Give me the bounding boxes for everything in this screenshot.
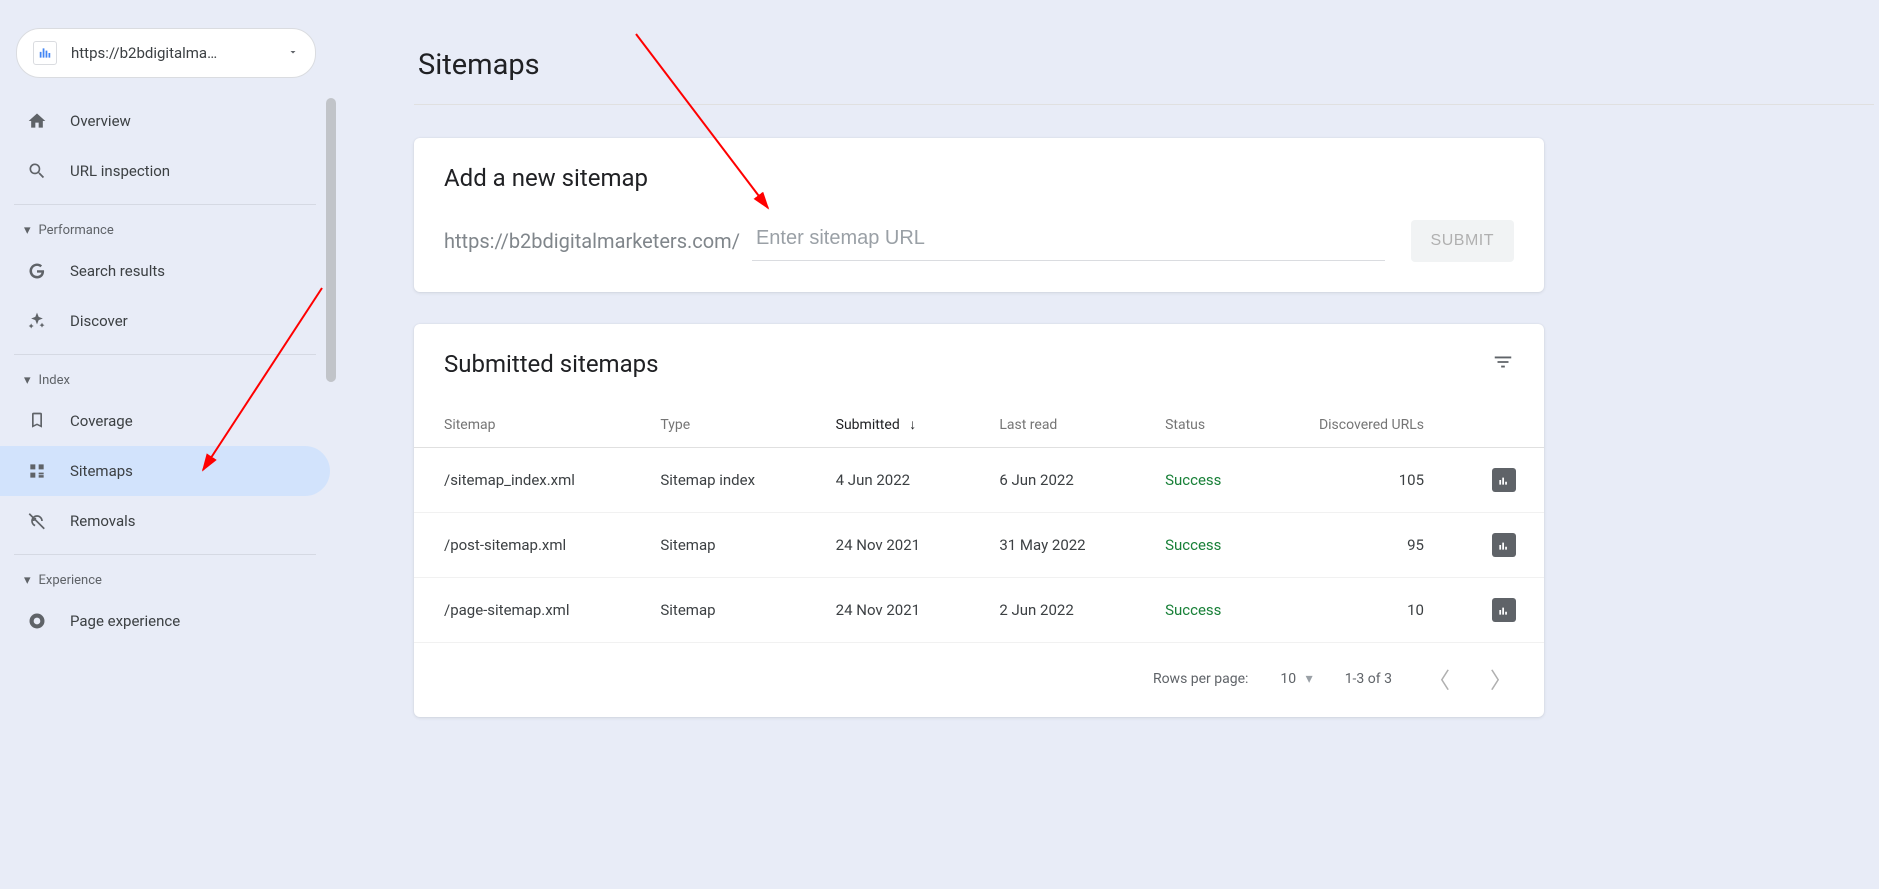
add-sitemap-title: Add a new sitemap: [444, 164, 1514, 192]
scrollbar-thumb[interactable]: [326, 98, 336, 382]
sitemap-icon: [24, 461, 50, 481]
cell-discovered: 95: [1267, 513, 1454, 578]
rows-per-page-select[interactable]: 10 ▾: [1280, 671, 1312, 687]
sidebar-item-page-experience[interactable]: Page experience: [0, 596, 330, 646]
sidebar-item-label: Page experience: [70, 612, 180, 630]
col-type[interactable]: Type: [630, 402, 805, 448]
cell-submitted: 4 Jun 2022: [806, 448, 970, 513]
sitemap-url-prefix: https://b2bdigitalmarketers.com/: [444, 229, 740, 253]
home-icon: [24, 111, 50, 131]
sidebar-item-search-results[interactable]: Search results: [0, 246, 330, 296]
cell-discovered: 10: [1267, 578, 1454, 643]
cell-status: Success: [1135, 578, 1267, 643]
col-action: [1454, 402, 1544, 448]
cell-action: [1454, 578, 1544, 643]
sidebar-item-discover[interactable]: Discover: [0, 296, 330, 346]
sidebar-section-index[interactable]: ▾ Index: [0, 355, 330, 396]
sidebar-item-removals[interactable]: Removals: [0, 496, 330, 546]
sidebar-item-label: Removals: [70, 512, 136, 530]
google-g-icon: [24, 261, 50, 281]
cell-lastread: 6 Jun 2022: [969, 448, 1135, 513]
cell-submitted: 24 Nov 2021: [806, 513, 970, 578]
divider: [414, 104, 1874, 105]
cell-sitemap: /sitemap_index.xml: [414, 448, 630, 513]
table-footer: Rows per page: 10 ▾ 1-3 of 3 〈 〉: [414, 642, 1544, 717]
section-title: Index: [39, 373, 70, 388]
cell-type: Sitemap: [630, 578, 805, 643]
search-icon: [24, 161, 50, 181]
cell-action: [1454, 448, 1544, 513]
cell-status: Success: [1135, 448, 1267, 513]
cell-sitemap: /post-sitemap.xml: [414, 513, 630, 578]
cell-status: Success: [1135, 513, 1267, 578]
table-row[interactable]: /page-sitemap.xmlSitemap24 Nov 20212 Jun…: [414, 578, 1544, 643]
chart-icon[interactable]: [1492, 468, 1516, 492]
filter-icon[interactable]: [1492, 351, 1514, 377]
rows-per-page-label: Rows per page:: [1153, 671, 1248, 687]
chart-icon[interactable]: [1492, 533, 1516, 557]
sidebar-item-label: Coverage: [70, 412, 133, 430]
section-title: Experience: [39, 573, 102, 588]
sidebar-item-label: Search results: [70, 262, 165, 280]
sidebar-item-label: Discover: [70, 312, 128, 330]
main-content: Sitemaps Add a new sitemap https://b2bdi…: [414, 0, 1879, 861]
sidebar: https://b2bdigitalma… Overview URL inspe…: [0, 0, 330, 889]
submitted-sitemaps-title: Submitted sitemaps: [444, 350, 659, 378]
sidebar-section-performance[interactable]: ▾ Performance: [0, 205, 330, 246]
site-picker[interactable]: https://b2bdigitalma…: [16, 28, 316, 78]
section-title: Performance: [39, 223, 114, 238]
submitted-sitemaps-card: Submitted sitemaps Sitemap Type Submitte…: [414, 324, 1544, 717]
col-sitemap[interactable]: Sitemap: [414, 402, 630, 448]
sidebar-item-coverage[interactable]: Coverage: [0, 396, 330, 446]
cell-submitted: 24 Nov 2021: [806, 578, 970, 643]
prev-page-button[interactable]: 〈: [1424, 661, 1454, 697]
cell-sitemap: /page-sitemap.xml: [414, 578, 630, 643]
chevron-down-icon: ▾: [24, 373, 31, 388]
cell-lastread: 31 May 2022: [969, 513, 1135, 578]
col-lastread[interactable]: Last read: [969, 402, 1135, 448]
cell-type: Sitemap: [630, 513, 805, 578]
table-row[interactable]: /post-sitemap.xmlSitemap24 Nov 202131 Ma…: [414, 513, 1544, 578]
submit-sitemap-button[interactable]: SUBMIT: [1411, 220, 1514, 262]
rows-per-page-value: 10: [1280, 671, 1296, 687]
page-title: Sitemaps: [414, 0, 1879, 104]
col-submitted-label: Submitted: [836, 417, 900, 433]
col-submitted[interactable]: Submitted ↓: [806, 402, 970, 448]
sidebar-item-sitemaps[interactable]: Sitemaps: [0, 446, 330, 496]
sidebar-item-label: URL inspection: [70, 162, 170, 180]
chevron-down-icon: ▾: [24, 573, 31, 588]
table-range: 1-3 of 3: [1345, 671, 1392, 687]
discover-icon: [24, 311, 50, 331]
cell-discovered: 105: [1267, 448, 1454, 513]
sidebar-section-experience[interactable]: ▾ Experience: [0, 555, 330, 596]
chart-icon[interactable]: [1492, 598, 1516, 622]
table-header-row: Sitemap Type Submitted ↓ Last read Statu…: [414, 402, 1544, 448]
sidebar-item-label: Sitemaps: [70, 462, 133, 480]
add-sitemap-card: Add a new sitemap https://b2bdigitalmark…: [414, 138, 1544, 292]
next-page-button[interactable]: 〉: [1486, 661, 1516, 697]
sidebar-item-overview[interactable]: Overview: [0, 96, 330, 146]
sidebar-item-url-inspection[interactable]: URL inspection: [0, 146, 330, 196]
removals-icon: [24, 511, 50, 531]
table-row[interactable]: /sitemap_index.xmlSitemap index4 Jun 202…: [414, 448, 1544, 513]
chevron-down-icon: [287, 44, 299, 62]
col-status[interactable]: Status: [1135, 402, 1267, 448]
chevron-down-icon: ▾: [24, 223, 31, 238]
coverage-icon: [24, 411, 50, 431]
sitemaps-table: Sitemap Type Submitted ↓ Last read Statu…: [414, 402, 1544, 642]
col-discovered[interactable]: Discovered URLs: [1267, 402, 1454, 448]
sidebar-item-label: Overview: [70, 112, 131, 130]
cell-action: [1454, 513, 1544, 578]
sitemap-url-input[interactable]: [752, 221, 1385, 261]
site-picker-label: https://b2bdigitalma…: [71, 44, 217, 62]
sort-desc-icon: ↓: [909, 417, 916, 433]
page-experience-icon: [24, 611, 50, 631]
site-logo-icon: [33, 41, 57, 65]
chevron-down-icon: ▾: [1306, 671, 1313, 687]
cell-lastread: 2 Jun 2022: [969, 578, 1135, 643]
cell-type: Sitemap index: [630, 448, 805, 513]
